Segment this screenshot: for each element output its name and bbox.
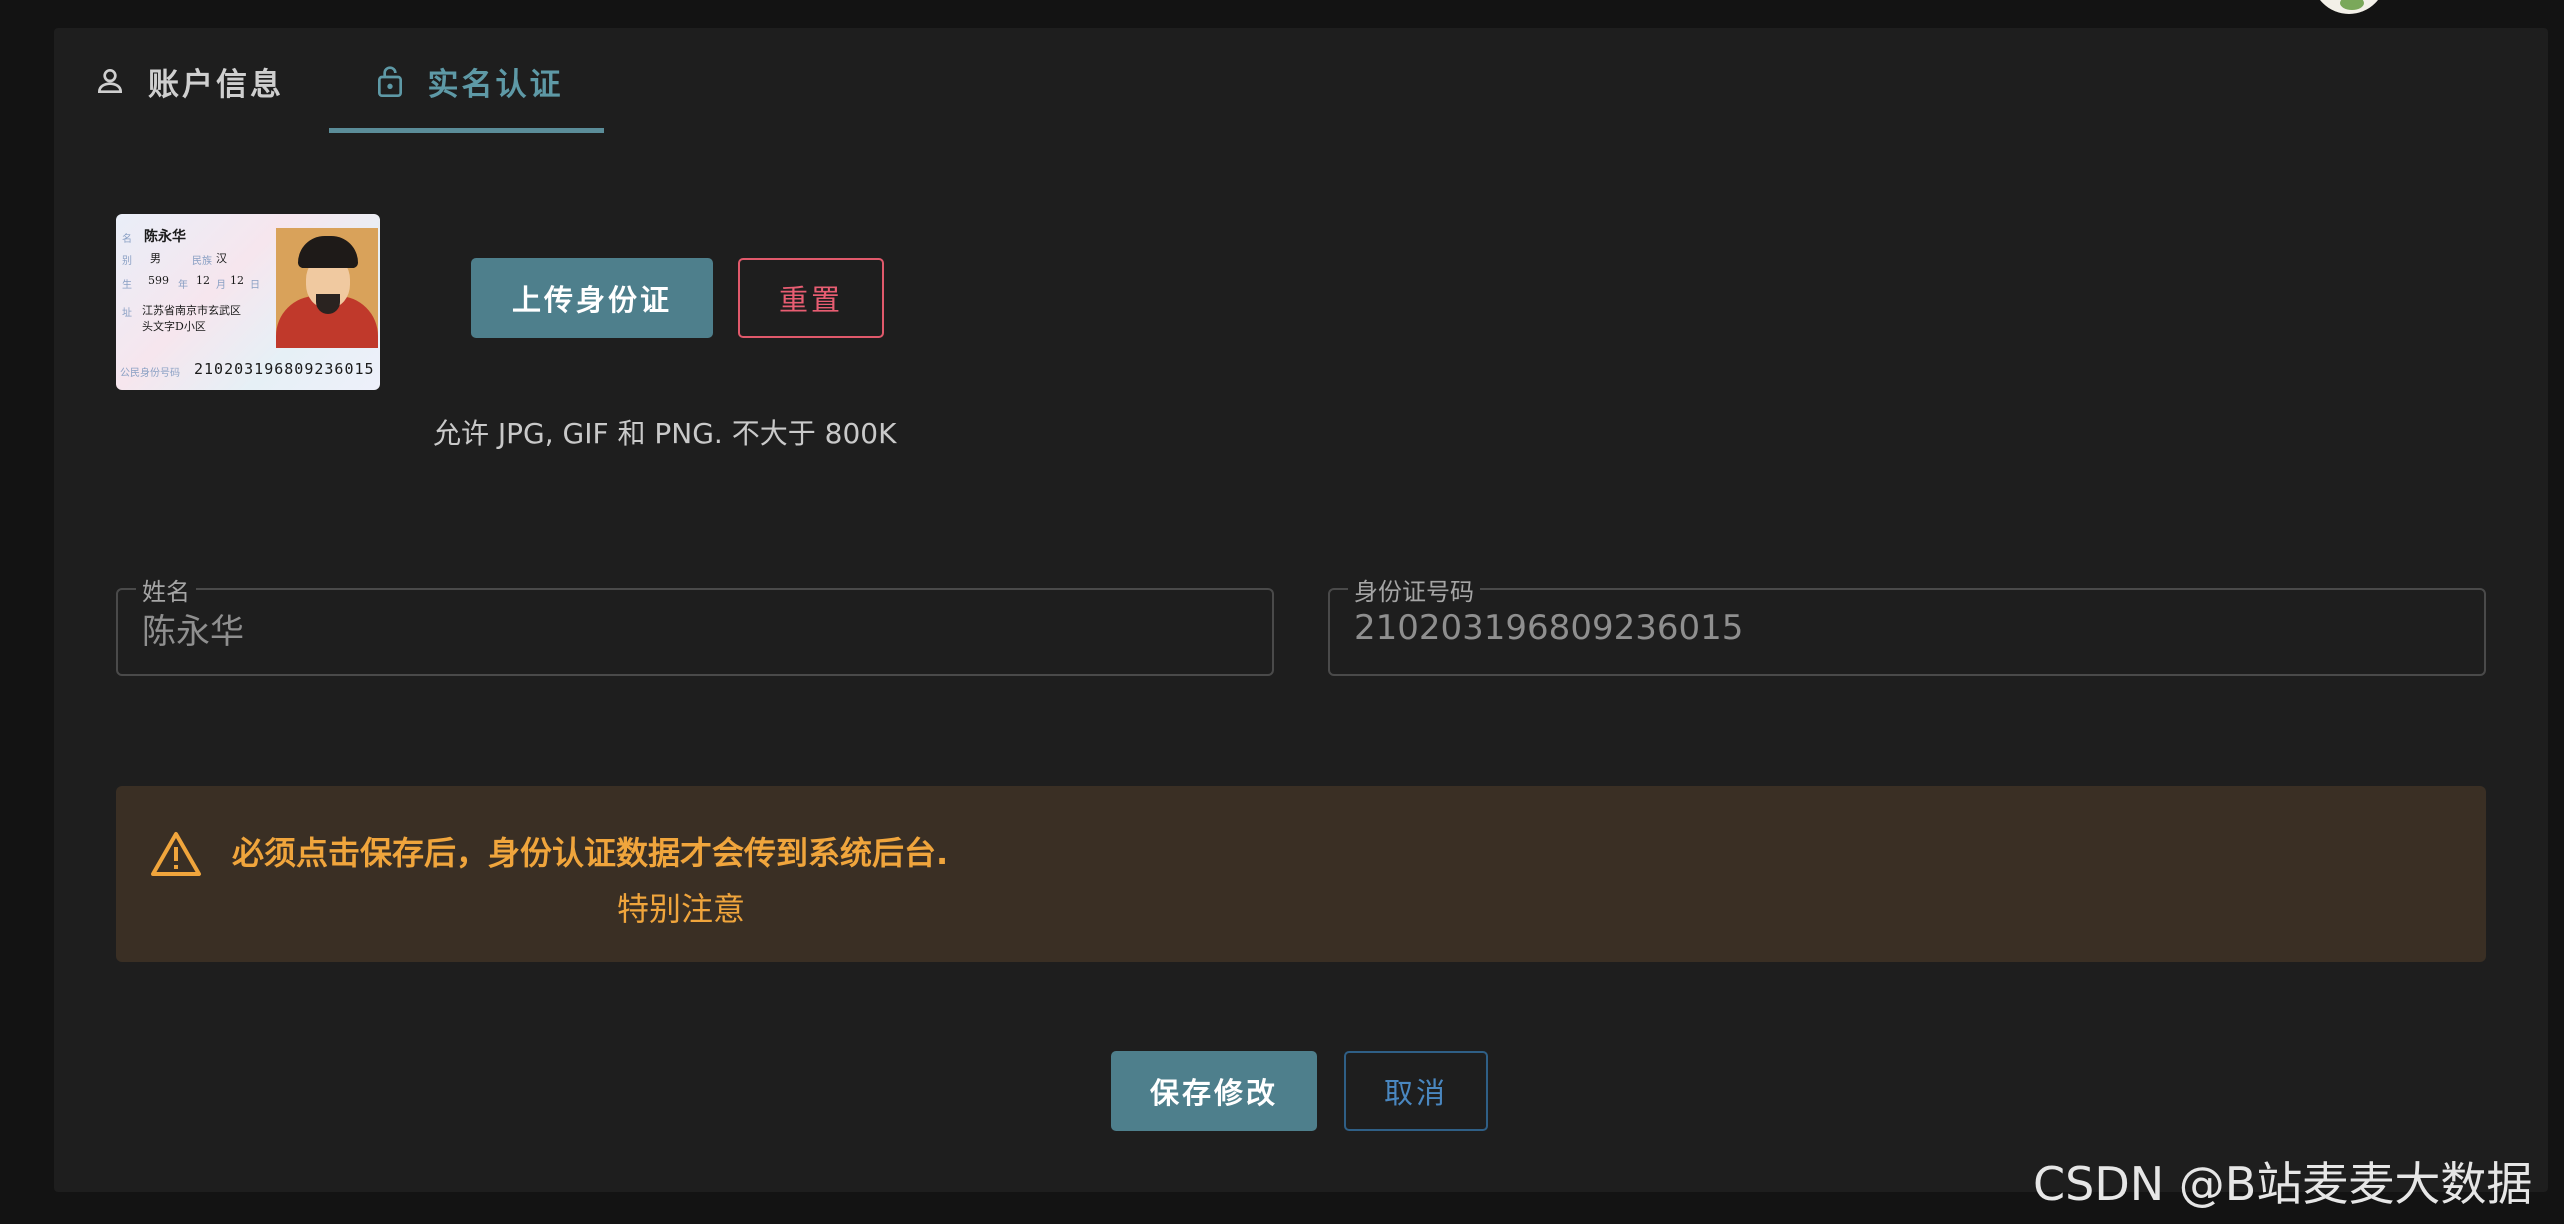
warning-alert: 必须点击保存后，身份认证数据才会传到系统后台. 特别注意 <box>116 786 2486 962</box>
id-card-field-marker: 民族 <box>192 256 212 267</box>
tab-real-name-verification[interactable]: 实名认证 <box>329 28 604 134</box>
id-card-field-marker: 月 <box>216 280 226 291</box>
id-card-field-marker: 别 <box>122 256 132 267</box>
cancel-button[interactable]: 取消 <box>1344 1051 1488 1131</box>
id-card-field-marker: 址 <box>122 308 132 319</box>
upload-hint: 允许 JPG, GIF 和 PNG. 不大于 800K <box>433 417 897 450</box>
id-card-field-marker: 公民身份号码 <box>120 368 180 379</box>
user-icon <box>90 61 130 101</box>
active-tab-indicator <box>329 128 604 133</box>
settings-card: 账户信息 实名认证 名 陈永华 别 男 民族 汉 生 599 年 12 月 12… <box>54 28 2548 1192</box>
id-card-field-marker: 名 <box>122 234 132 245</box>
id-card-birth-month: 12 <box>196 274 210 287</box>
save-button[interactable]: 保存修改 <box>1111 1051 1317 1131</box>
id-card-sex: 男 <box>150 252 161 265</box>
id-card-name: 陈永华 <box>144 229 186 245</box>
id-number-field: 身份证号码 <box>1328 572 2486 676</box>
id-card-number: 210203196809236015 <box>194 360 375 378</box>
reset-button[interactable]: 重置 <box>738 258 884 338</box>
id-card-field-marker: 生 <box>122 280 132 291</box>
id-card-field-marker: 日 <box>250 280 260 291</box>
watermark: CSDN @B站麦麦大数据 <box>2033 1157 2533 1211</box>
id-card-address-line2: 头文字D小区 <box>142 320 206 333</box>
id-number-field-label: 身份证号码 <box>1348 572 1480 607</box>
tab-bar: 账户信息 实名认证 <box>54 28 2548 134</box>
id-card-address-line1: 江苏省南京市玄武区 <box>142 304 241 317</box>
id-card-birth-day: 12 <box>230 274 244 287</box>
avatar[interactable] <box>2312 0 2386 14</box>
name-field-label: 姓名 <box>136 572 196 607</box>
lock-open-icon <box>370 61 410 101</box>
upload-id-card-button[interactable]: 上传身份证 <box>471 258 713 338</box>
tab-account-info-label: 账户信息 <box>148 66 284 103</box>
tab-account-info[interactable]: 账户信息 <box>90 28 284 134</box>
id-card-field-marker: 年 <box>178 280 188 291</box>
id-card-preview: 名 陈永华 别 男 民族 汉 生 599 年 12 月 12 日 址 江苏省南京… <box>116 214 380 390</box>
id-card-birth-year: 599 <box>148 274 169 287</box>
alert-message: 必须点击保存后，身份认证数据才会传到系统后台. <box>232 834 949 872</box>
tab-real-name-verification-label: 实名认证 <box>427 66 564 103</box>
id-number-input[interactable] <box>1354 608 2454 648</box>
warning-icon <box>150 830 202 878</box>
name-field: 姓名 <box>116 572 1274 676</box>
id-card-ethnicity: 汉 <box>216 252 227 265</box>
alert-note: 特别注意 <box>617 890 746 928</box>
id-card-portrait <box>276 228 378 348</box>
name-input[interactable] <box>142 608 1242 648</box>
